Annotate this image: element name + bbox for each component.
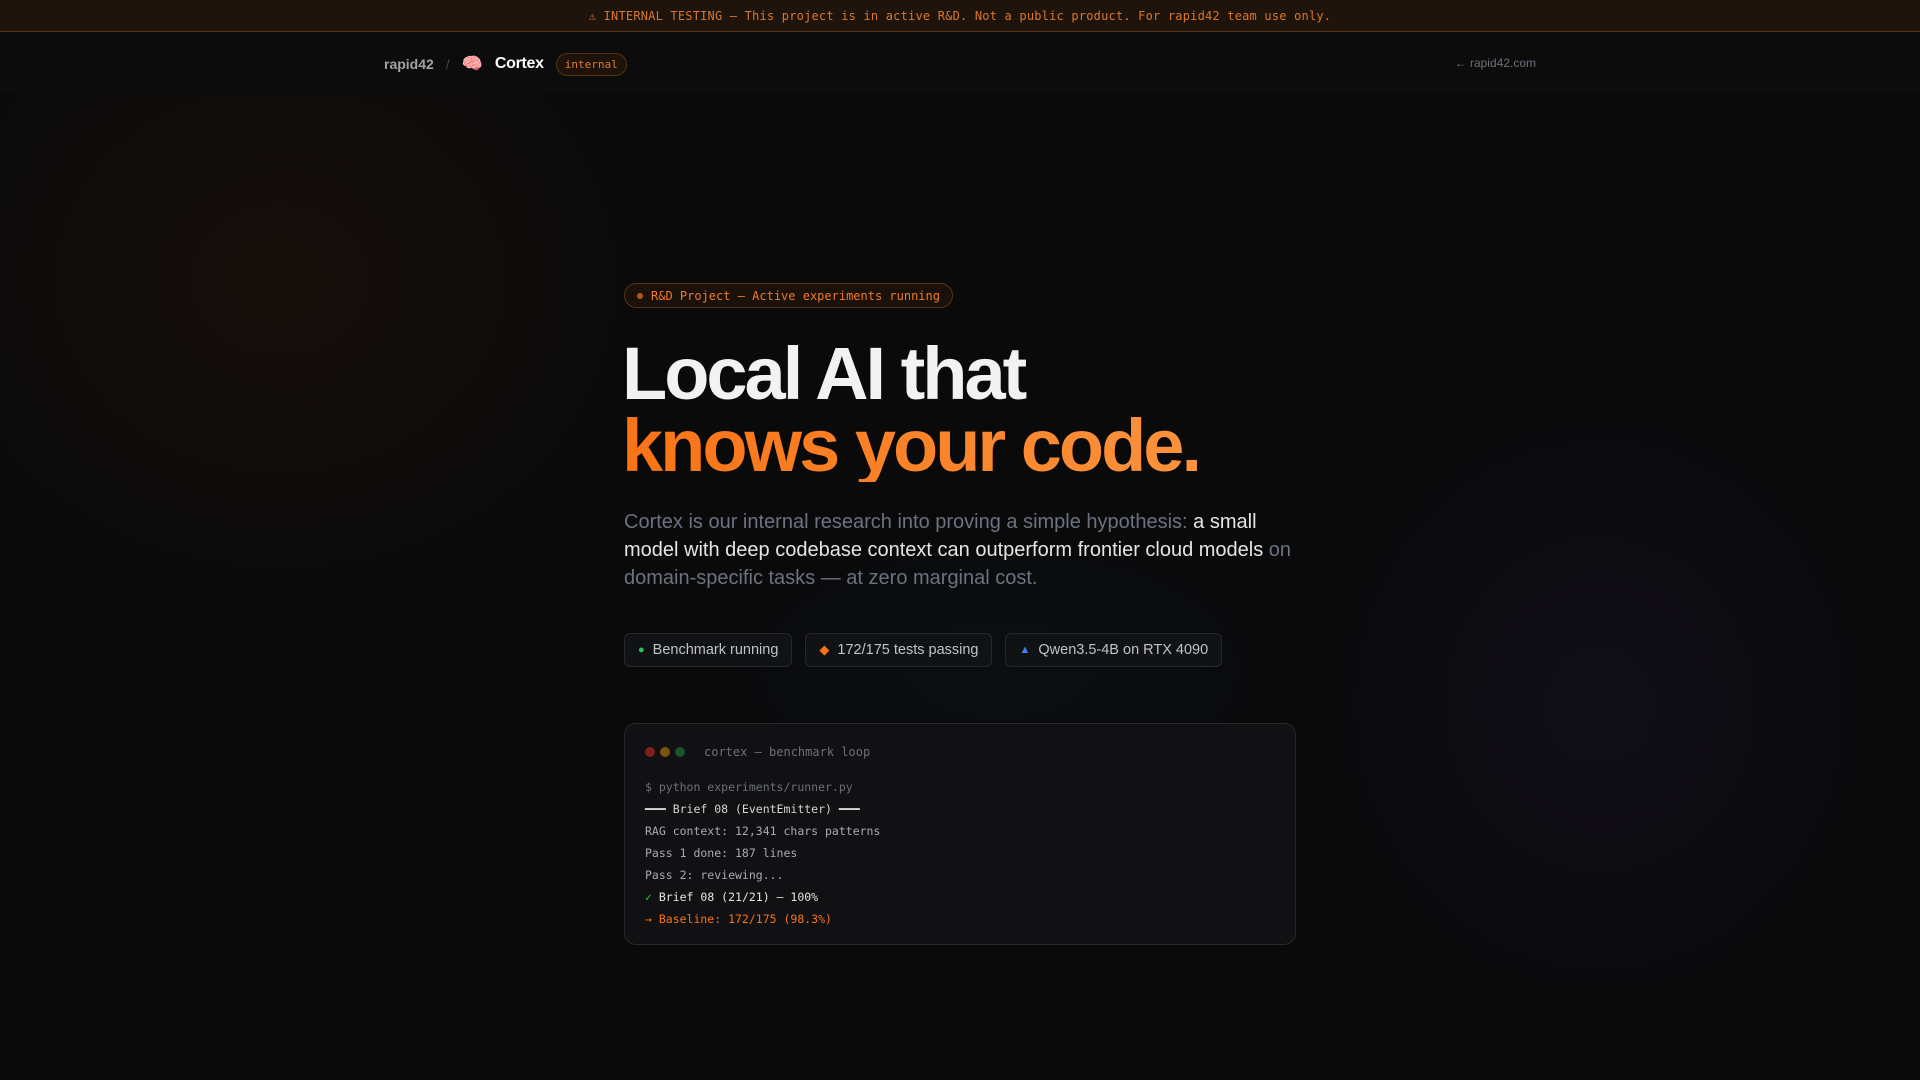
status-dot-icon xyxy=(637,292,643,299)
terminal-line: ━━━ Brief 08 (EventEmitter) ━━━ xyxy=(645,802,860,816)
background-glow xyxy=(1300,380,1900,1030)
green-dot-icon: ● xyxy=(638,644,645,656)
terminal-line: Pass 2: reviewing... xyxy=(645,868,784,882)
terminal-line: $ python experiments/runner.py xyxy=(645,780,853,794)
hero-title-line2: knows your code. xyxy=(622,404,1202,487)
terminal-line-success: ✓ Brief 08 (21/21) — 100% xyxy=(645,886,1275,908)
status-pill-text: R&D Project — Active experiments running xyxy=(651,288,940,303)
hero-description: Cortex is our internal research into pro… xyxy=(624,508,1304,592)
terminal-line: RAG context: 12,341 chars patterns xyxy=(645,824,881,838)
status-pill: R&D Project — Active experiments running xyxy=(624,283,953,308)
terminal-window: cortex — benchmark loop $ python experim… xyxy=(624,723,1296,945)
top-nav: rapid42 / 🧠 Cortex internal ← rapid42.co… xyxy=(0,33,1920,93)
terminal-line: Pass 1 done: 187 lines xyxy=(645,846,798,860)
internal-testing-banner: ⚠ INTERNAL TESTING — This project is in … xyxy=(0,0,1920,32)
maximize-dot-icon xyxy=(675,747,685,757)
check-icon: ✓ xyxy=(645,890,652,904)
triangle-icon: ▲ xyxy=(1019,644,1031,656)
chip-label: 172/175 tests passing xyxy=(837,642,979,658)
product-name: Cortex xyxy=(494,55,544,72)
banner-text: ⚠ INTERNAL TESTING — This project is in … xyxy=(588,8,1332,23)
background-glow xyxy=(0,40,700,640)
diamond-icon: ◆ xyxy=(819,642,830,657)
chip-benchmark: ● Benchmark running xyxy=(624,633,793,667)
brain-icon: 🧠 xyxy=(461,54,483,73)
breadcrumb: rapid42 / 🧠 Cortex internal xyxy=(384,50,627,78)
breadcrumb-separator: / xyxy=(445,56,450,72)
hero-title-line1: Local AI that xyxy=(622,332,1027,415)
chip-label: Qwen3.5-4B on RTX 4090 xyxy=(1038,642,1209,658)
hero-title: Local AI that knows your code. xyxy=(622,332,1202,487)
minimize-dot-icon xyxy=(660,747,670,757)
chip-label: Benchmark running xyxy=(652,642,779,658)
terminal-title: cortex — benchmark loop xyxy=(704,745,871,759)
chip-tests: ◆ 172/175 tests passing xyxy=(805,633,993,667)
back-to-rapid42-link[interactable]: ← rapid42.com xyxy=(1455,56,1536,70)
internal-badge: internal xyxy=(555,52,627,76)
close-dot-icon xyxy=(645,747,655,757)
chip-model: ▲ Qwen3.5-4B on RTX 4090 xyxy=(1005,633,1223,667)
success-text: Brief 08 (21/21) — 100% xyxy=(651,890,819,904)
lead-text: Cortex is our internal research into pro… xyxy=(624,511,1194,533)
brand-link[interactable]: rapid42 xyxy=(384,56,434,72)
terminal-titlebar: cortex — benchmark loop xyxy=(645,744,1275,760)
terminal-line-baseline: → Baseline: 172/175 (98.3%) xyxy=(645,912,832,926)
status-chips: ● Benchmark running ◆ 172/175 tests passin… xyxy=(624,633,1223,667)
